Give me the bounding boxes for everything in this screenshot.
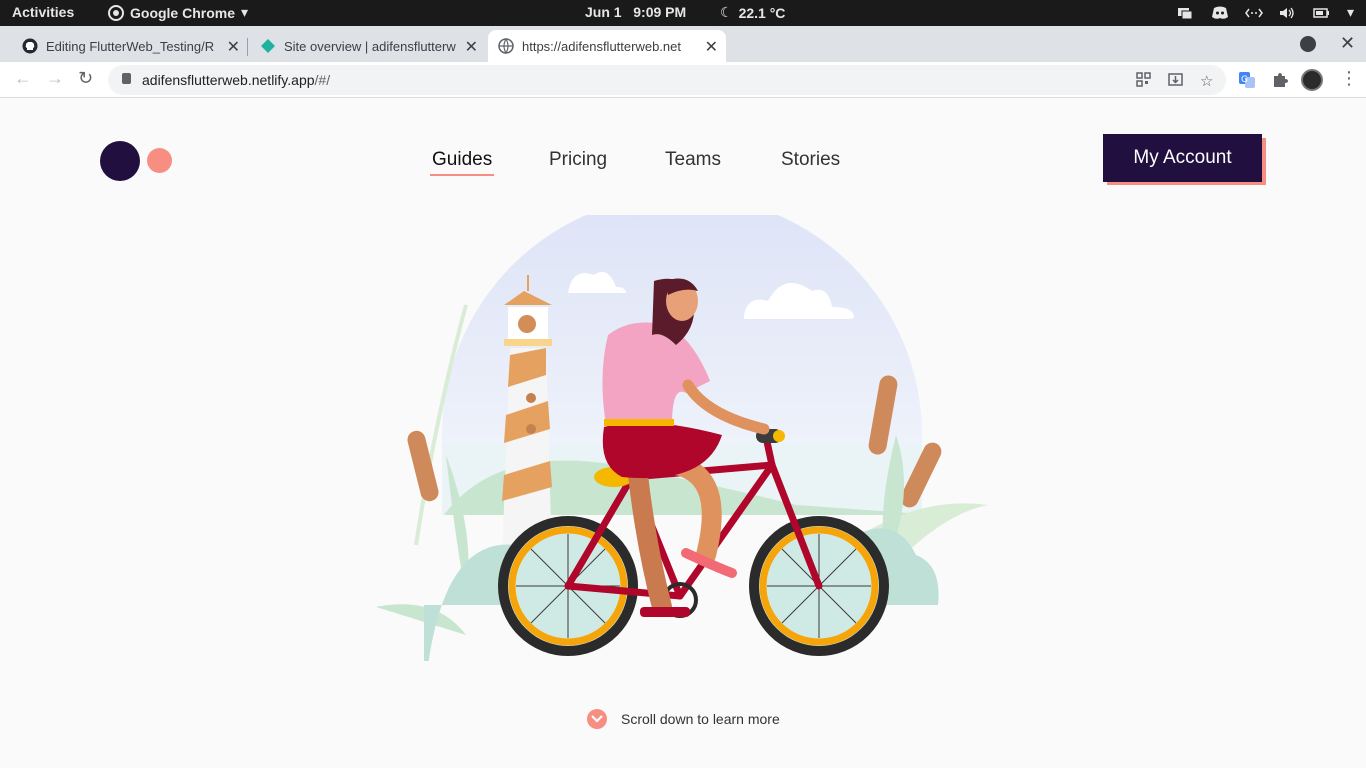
profile-avatar[interactable] [1301,69,1323,91]
globe-icon [498,38,514,54]
moon-icon: ☾ [720,4,733,20]
scroll-hint[interactable]: Scroll down to learn more [587,709,780,729]
url-path: /#/ [314,72,331,88]
activities-button[interactable]: Activities [12,4,74,20]
tab-title: Site overview | adifensflutterw [284,38,456,54]
nav-stories[interactable]: Stories [781,149,840,171]
system-menu-caret-icon[interactable]: ▾ [1347,4,1354,21]
hero-illustration-bicycle-girl [376,215,988,661]
chrome-icon [108,4,124,21]
chevron-down-icon[interactable] [587,709,607,729]
forward-arrow-icon[interactable]: → [46,68,64,89]
nav-pricing[interactable]: Pricing [549,149,607,171]
volume-icon[interactable] [1279,6,1295,20]
site-logo-pink-circle[interactable] [147,148,172,173]
tab-close-icon[interactable]: ✕ [705,37,718,57]
network-icon[interactable] [1245,6,1263,20]
netlify-icon [261,39,275,53]
tab-strip: Editing FlutterWeb_Testing/R ✕ Site over… [0,26,1366,81]
app-menu[interactable]: Google Chrome ▾ [108,4,248,21]
clock-date: Jun 1 [585,4,622,20]
weather-temp: 22.1 °C [738,4,786,21]
chrome-menu-icon[interactable]: ⋮ [1340,68,1358,89]
extensions-puzzle-icon[interactable] [1271,71,1289,89]
qr-code-icon[interactable] [1136,72,1152,88]
system-tray: ▾ [1177,4,1354,21]
translate-extension-icon[interactable]: G [1238,71,1256,89]
address-bar[interactable]: adifensflutterweb.netlify.app/#/ ☆ [108,65,1226,95]
reload-icon[interactable]: ↻ [78,68,93,89]
install-app-icon[interactable] [1168,72,1184,88]
weather-indicator[interactable]: ☾ 22.1 °C [720,4,785,21]
tab-close-icon[interactable]: ✕ [465,37,478,57]
system-top-bar: Activities Google Chrome ▾ Jun 1 9:09 PM… [0,0,1366,26]
tab-active-site[interactable]: https://adifensflutterweb.net ✕ [488,30,726,62]
svg-text:G: G [1241,75,1248,85]
url-host: adifensflutterweb.netlify.app [142,72,315,88]
scroll-hint-label: Scroll down to learn more [621,711,780,727]
tab-title: https://adifensflutterweb.net [522,38,681,54]
lock-icon[interactable] [122,73,131,84]
nav-teams[interactable]: Teams [665,149,721,171]
tab-title: Editing FlutterWeb_Testing/R [46,38,215,54]
web-page: Guides Pricing Teams Stories My Account [0,99,1366,768]
clock-time: 9:09 PM [633,4,687,20]
battery-icon[interactable] [1313,6,1329,20]
browser-toolbar: ← → ↻ adifensflutterweb.netlify.app/#/ ☆… [0,62,1366,98]
my-account-button[interactable]: My Account [1103,134,1262,182]
back-arrow-icon[interactable]: ← [14,68,32,89]
site-logo-dark-circle[interactable] [100,141,140,181]
bookmark-star-icon[interactable]: ☆ [1200,72,1216,90]
clock[interactable]: Jun 1 9:09 PM [585,4,686,20]
tab-github[interactable]: Editing FlutterWeb_Testing/R ✕ [12,30,248,62]
github-icon [22,38,38,54]
discord-icon[interactable] [1211,6,1228,20]
caret-down-icon: ▾ [241,4,249,20]
screen-icon[interactable] [1177,6,1193,20]
window-close-icon[interactable]: ✕ [1340,33,1355,54]
tab-divider [247,38,248,56]
address-url[interactable]: adifensflutterweb.netlify.app/#/ [142,72,330,88]
tab-netlify[interactable]: Site overview | adifensflutterw ✕ [250,30,486,62]
tab-close-icon[interactable]: ✕ [227,37,240,57]
tab-search-icon[interactable] [1300,36,1316,52]
app-name: Google Chrome [130,4,236,21]
nav-guides[interactable]: Guides [429,149,495,176]
